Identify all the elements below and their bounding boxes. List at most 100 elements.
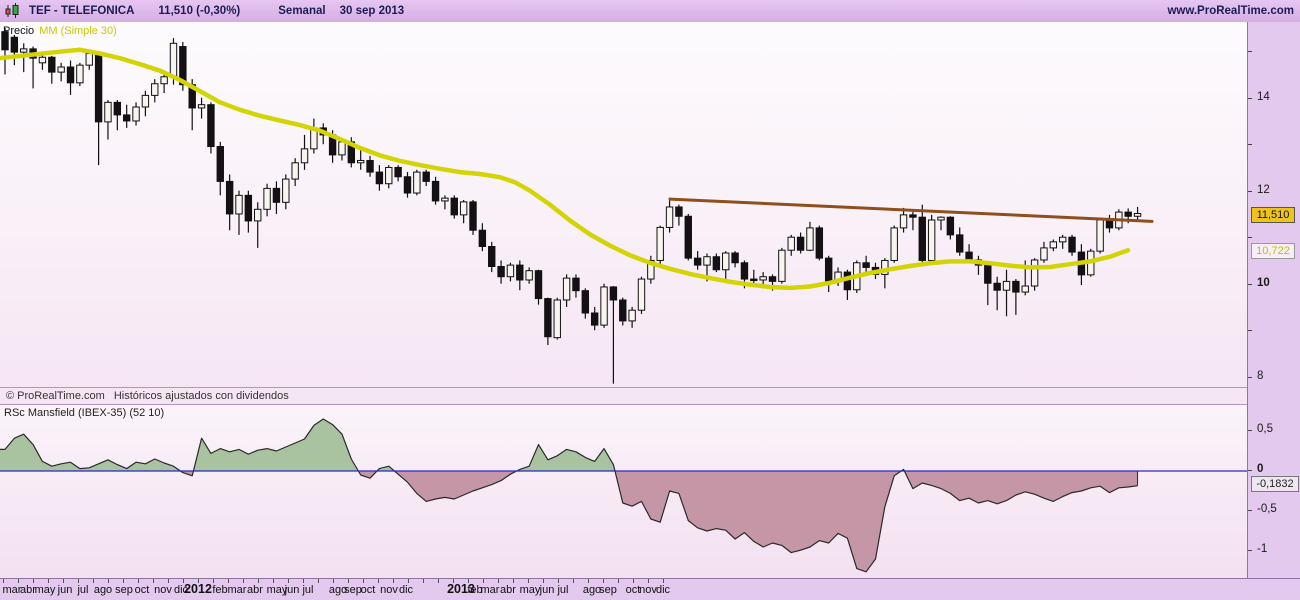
candle (94, 51, 103, 166)
time-tick (243, 579, 244, 583)
rsc-mansfield-chart[interactable]: RSc Mansfield (IBEX-35) (52 10) (0, 404, 1247, 579)
candle (310, 118, 318, 154)
candle (506, 262, 515, 282)
timeframe-label: Semanal (278, 5, 326, 17)
instrument-title: TEF - TELEFONICA (29, 5, 135, 17)
candle (815, 225, 824, 261)
candle (57, 62, 65, 82)
candle (937, 216, 945, 231)
candle (422, 169, 430, 187)
candle (665, 197, 674, 233)
candle (235, 190, 243, 235)
candle (48, 55, 56, 84)
candle (366, 155, 374, 177)
price-tick (1248, 283, 1252, 285)
candle (197, 97, 206, 119)
month-label: mar (480, 584, 500, 596)
candle (806, 221, 814, 252)
year-label: 2012 (184, 582, 212, 596)
candle (488, 241, 496, 273)
time-axis[interactable]: mar abr may jun jul ago sep oct nov dic 2012 feb mar… (0, 578, 1300, 600)
time-tick (3, 579, 4, 583)
time-tick (153, 579, 154, 583)
time-tick (513, 579, 514, 583)
candle (216, 141, 224, 196)
indicator-title[interactable]: RSc Mansfield (IBEX-35) (52 10) (4, 407, 164, 419)
rsc-tick-label: 0,5 (1257, 423, 1273, 435)
time-tick (588, 579, 589, 583)
price-tick-label: 8 (1257, 369, 1264, 382)
site-link[interactable]: www.ProRealTime.com (1167, 5, 1294, 17)
month-label: mar (2, 584, 22, 596)
dividends-note: Históricos ajustados con dividendos (113, 390, 289, 402)
candle (1040, 241, 1048, 263)
candle (413, 169, 421, 196)
ma-legend-label[interactable]: MM (Simple 30) (39, 25, 117, 37)
month-label: abr (20, 584, 36, 596)
copyright-strip: © ProRealTime.com Históricos ajustados c… (0, 387, 1247, 404)
candle (684, 213, 692, 261)
candle (1058, 234, 1067, 249)
price-tick-label: 14 (1257, 90, 1270, 103)
copyright-text: © ProRealTime.com (6, 390, 105, 402)
time-tick (213, 579, 214, 583)
candle (1068, 234, 1076, 256)
price-axis[interactable]: 11,510 10,722 -0,1832 14 12 10 8 0,5 0 -0,5 -1 (1247, 22, 1300, 578)
candle (562, 274, 571, 307)
candle (207, 102, 215, 154)
candle (441, 195, 449, 210)
month-label: jun (539, 584, 555, 596)
candle (918, 204, 926, 263)
candle (778, 247, 786, 284)
candle (619, 297, 627, 326)
candle (244, 190, 253, 233)
month-label: mar (227, 584, 247, 596)
time-tick (648, 579, 649, 583)
time-tick (273, 579, 274, 583)
time-tick (393, 579, 394, 583)
candle (282, 174, 290, 210)
price-tick (1248, 237, 1252, 239)
time-tick (108, 579, 109, 583)
candle (263, 183, 271, 217)
candle (394, 165, 402, 182)
candle (385, 165, 393, 189)
candle (984, 262, 992, 306)
candle (722, 251, 730, 280)
rsc-tick (1248, 510, 1252, 511)
month-label: may (34, 584, 56, 596)
time-tick (423, 579, 424, 583)
last-price-change: 11,510 (-0,30%) (158, 5, 241, 17)
month-label: abr (500, 584, 516, 596)
candle (600, 283, 608, 328)
candle (1030, 258, 1039, 291)
rsc-tick-label: -0,5 (1257, 503, 1277, 515)
price-legend: Precio MM (Simple 30) (3, 25, 117, 37)
candle (403, 172, 412, 198)
trendline[interactable] (668, 197, 1154, 223)
candle (66, 60, 75, 95)
price-tick (1248, 51, 1252, 53)
month-label: oct (134, 584, 150, 596)
candle (731, 251, 739, 268)
date-label: 30 sep 2013 (339, 5, 405, 17)
candle (1002, 269, 1011, 317)
candle (450, 195, 458, 219)
price-tick (1248, 190, 1252, 192)
candle (300, 134, 309, 170)
candle (10, 34, 19, 66)
candle (122, 104, 131, 128)
time-tick (408, 579, 409, 583)
prorealtime-window: TEF - TELEFONICA 11,510 (-0,30%) Semanal… (0, 0, 1300, 600)
candle (946, 216, 955, 240)
time-tick (348, 579, 349, 583)
price-chart[interactable]: Precio MM (Simple 30) © ProRealTime.com H… (0, 22, 1247, 404)
month-label: jul (302, 584, 314, 596)
candle (590, 306, 599, 331)
candle (881, 258, 889, 289)
time-tick (603, 579, 604, 583)
candle (993, 276, 1001, 311)
time-tick (558, 579, 559, 583)
candle (824, 255, 833, 293)
candle (272, 181, 281, 214)
